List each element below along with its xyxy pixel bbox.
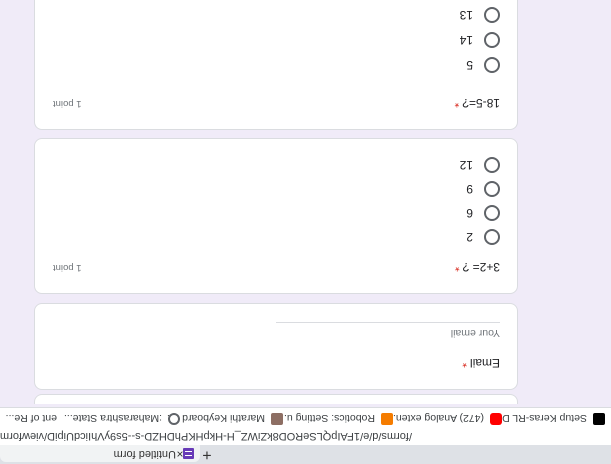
email-input[interactable]: Your email xyxy=(276,322,500,343)
question-title-2: 18-5=?* xyxy=(454,96,500,110)
bookmark-youtube[interactable]: (472) Analog exten... xyxy=(387,408,502,427)
radio-button[interactable] xyxy=(484,157,500,173)
radio-button[interactable] xyxy=(484,229,500,245)
url-text: /forms/d/e/1FAIpQLSeROD8kZiWZ_H-HkpHKPhD… xyxy=(0,430,412,442)
email-card: Email* Your email xyxy=(34,303,518,390)
bookmark-blogger[interactable]: Robotics: Setting u... xyxy=(278,408,393,427)
blogger-icon xyxy=(381,413,393,425)
question-title-1: 3+2= ?* xyxy=(454,260,500,274)
bookmark-marathi[interactable]: Marathi Keyboard -... xyxy=(167,408,283,427)
radio-button[interactable] xyxy=(484,32,500,48)
points-label-1: 1 point xyxy=(53,262,82,273)
new-tab-button[interactable]: + xyxy=(199,445,215,463)
points-label-2: 1 point xyxy=(53,98,82,109)
bookmark-partial[interactable]: ent of Re... xyxy=(6,408,57,427)
flipped-screen: Untitled form × + /forms/d/e/1FAIpQLSeRO… xyxy=(0,0,611,464)
browser-tab[interactable]: Untitled form xyxy=(0,445,200,462)
globe-icon xyxy=(168,413,180,425)
close-tab-button[interactable]: × xyxy=(173,445,187,462)
radio-button[interactable] xyxy=(484,181,500,197)
keras-icon xyxy=(593,413,605,425)
radio-button[interactable] xyxy=(484,7,500,23)
tab-title: Untitled form xyxy=(113,448,176,460)
radio-button[interactable] xyxy=(484,57,500,73)
radio-button[interactable] xyxy=(484,205,500,221)
bookmark-maharashtra[interactable]: :Maharashtra State... xyxy=(64,408,180,427)
address-bar[interactable]: /forms/d/e/1FAIpQLSeROD8kZiWZ_H-HkpHKPhD… xyxy=(0,427,611,445)
partial-card xyxy=(34,394,518,404)
keyboard-icon xyxy=(271,413,283,425)
email-label: Email* xyxy=(462,356,500,370)
question-card-2: 18-5=?* 1 point 5 14 13 xyxy=(34,0,518,130)
question-card-1: 3+2= ?* 1 point 2 6 9 12 xyxy=(34,138,518,294)
tab-strip: Untitled form × + xyxy=(0,445,611,464)
youtube-icon xyxy=(490,413,502,425)
bookmark-keras[interactable]: Setup Keras-RL D xyxy=(502,408,605,427)
bookmarks-bar: Setup Keras-RL D (472) Analog exten... R… xyxy=(0,407,611,427)
